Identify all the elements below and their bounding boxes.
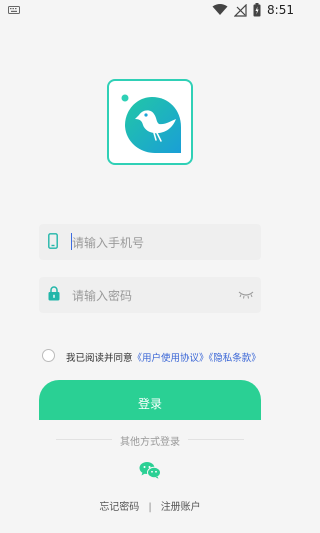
password-placeholder: 请输入密码 — [72, 289, 133, 303]
battery-icon — [253, 3, 261, 17]
agreement-row: 我已阅读并同意《用户使用协议》《隐私条款》 — [42, 349, 272, 365]
password-field[interactable]: 请输入密码 — [39, 277, 261, 313]
agreement-text: 我已阅读并同意《用户使用协议》《隐私条款》 — [66, 350, 261, 364]
wifi-icon — [212, 4, 228, 15]
phone-icon — [48, 233, 58, 249]
bird-logo-icon — [121, 94, 181, 153]
keyboard-icon — [8, 6, 20, 14]
status-bar: 8:51 — [0, 0, 300, 22]
agreement-prefix: 我已阅读并同意 — [66, 353, 133, 364]
phone-field[interactable]: 请输入手机号 — [39, 224, 261, 260]
link-separator: | — [148, 502, 152, 513]
agreement-checkbox[interactable] — [42, 349, 55, 362]
forgot-password-link[interactable]: 忘记密码 — [99, 502, 139, 513]
login-button-label: 登录 — [137, 397, 162, 411]
privacy-policy-link[interactable]: 《隐私条款》 — [209, 353, 261, 364]
lock-icon — [48, 286, 60, 301]
other-login-divider: 其他方式登录 — [56, 433, 244, 448]
other-login-label: 其他方式登录 — [120, 437, 180, 448]
divider-line-right — [188, 439, 244, 440]
app-logo — [107, 79, 193, 165]
bottom-links: 忘记密码 | 注册账户 — [0, 498, 300, 513]
eye-closed-icon[interactable] — [238, 290, 254, 299]
wechat-icon[interactable] — [139, 461, 161, 479]
login-button[interactable]: 登录 — [39, 380, 261, 420]
status-time: 8:51 — [267, 3, 294, 17]
register-link[interactable]: 注册账户 — [161, 502, 201, 513]
user-agreement-link[interactable]: 《用户使用协议》 — [133, 353, 209, 364]
no-signal-icon — [234, 3, 247, 17]
phone-placeholder: 请输入手机号 — [72, 236, 145, 250]
